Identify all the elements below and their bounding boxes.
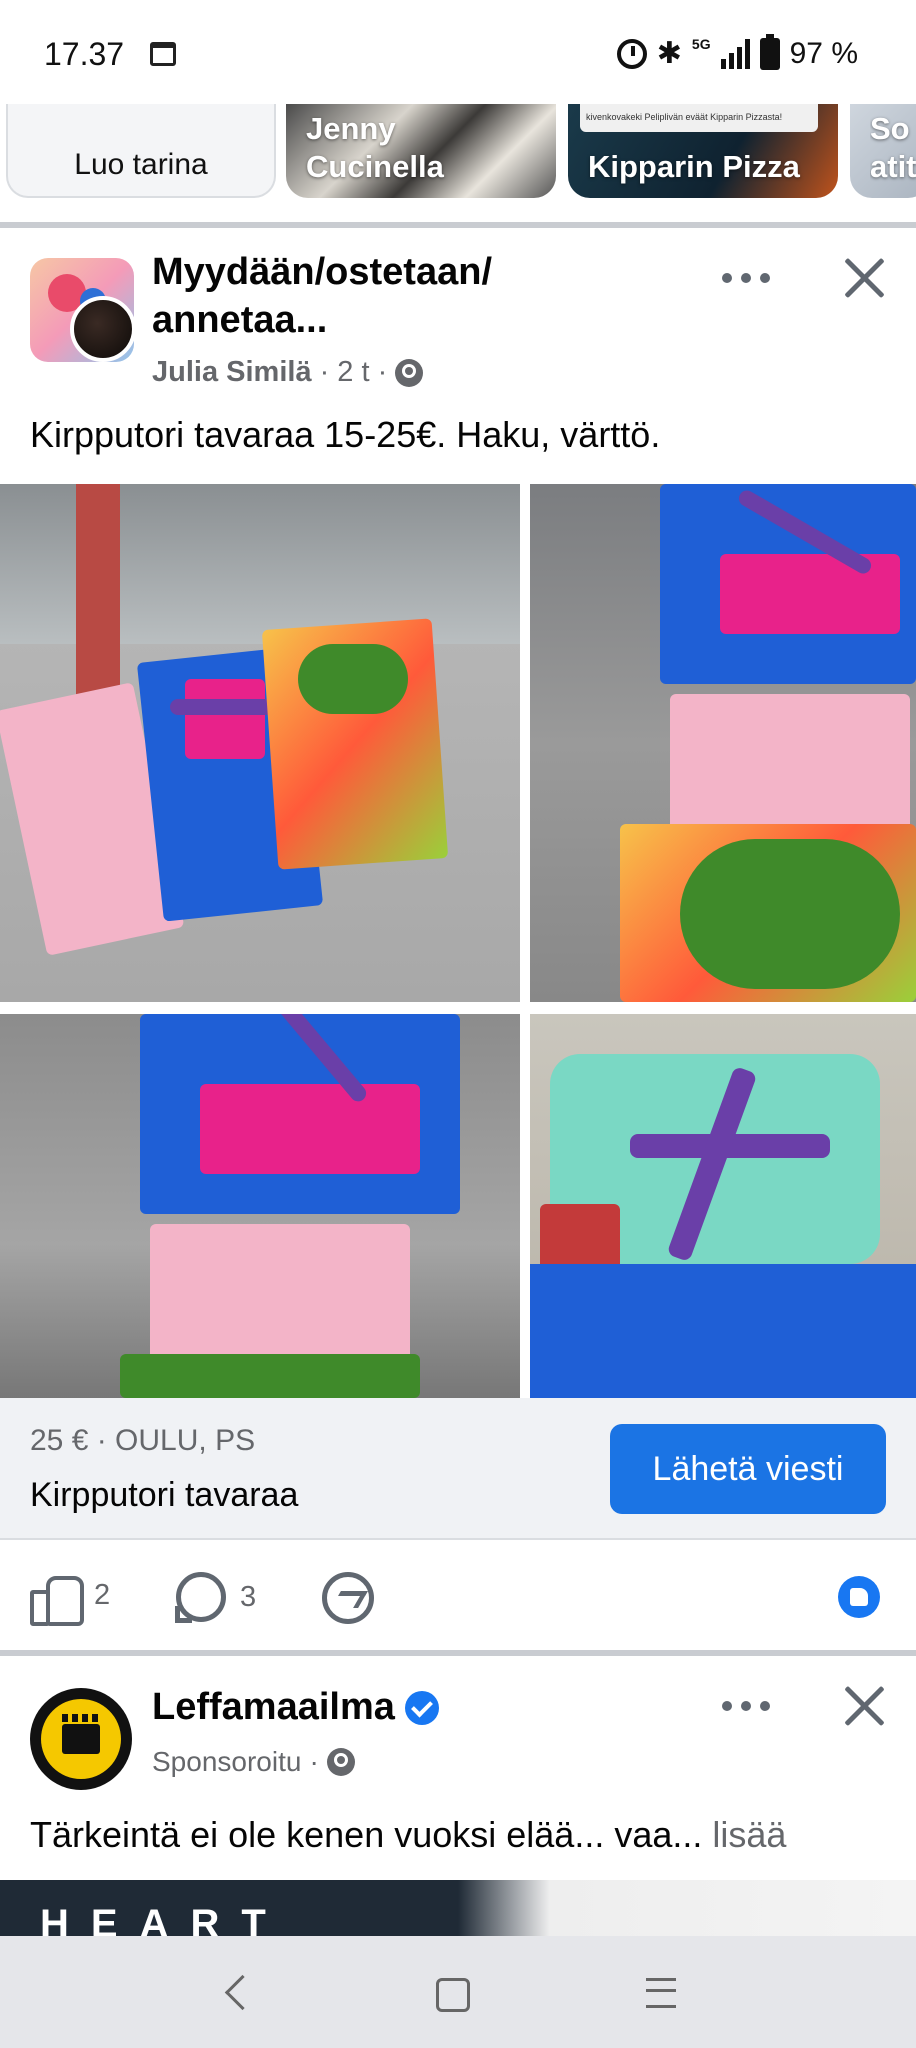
signal-icon [720, 38, 750, 69]
more-options-icon[interactable] [716, 1686, 776, 1726]
story-jenny-cucinella[interactable]: Jenny Cucinella [286, 104, 556, 198]
story-label: Luo tarina [74, 148, 208, 181]
like-count: 2 [94, 1578, 111, 1611]
messenger-icon [322, 1572, 374, 1624]
like-button[interactable]: 2 [30, 1572, 111, 1626]
system-nav-bar [0, 1936, 916, 2048]
post-photo-2[interactable] [530, 484, 916, 1002]
author-avatar[interactable] [70, 296, 136, 362]
network-type: 5G [691, 35, 711, 52]
back-icon[interactable] [210, 1964, 270, 2020]
status-bar: 17.37 ✱ 5G 97 % [0, 0, 916, 104]
feed-divider [0, 222, 916, 228]
post-time: · 2 t · [319, 356, 388, 388]
send-message-button[interactable]: Lähetä viesti [610, 1424, 886, 1514]
page-name-row: Leffamaailma [152, 1686, 439, 1729]
wreath [680, 839, 900, 989]
recent-apps-icon[interactable] [630, 1964, 690, 2020]
send-messenger-button[interactable] [322, 1572, 374, 1624]
post-text: Kirpputori tavaraa 15-25€. Haku, värttö. [30, 414, 661, 455]
page-avatar[interactable] [30, 1688, 132, 1790]
post-photo-3[interactable] [0, 1014, 520, 1398]
story-label: So atit [870, 111, 916, 184]
media-text: HEART [40, 1902, 288, 1936]
story-partial[interactable]: So atit [850, 104, 916, 198]
home-icon[interactable] [420, 1964, 480, 2020]
post-photo-4[interactable] [530, 1014, 916, 1398]
sponsored-label: Sponsoroitu [152, 1746, 302, 1777]
clapperboard-logo [41, 1699, 121, 1779]
bag-content [200, 1084, 420, 1174]
status-time: 17.37 [44, 36, 125, 72]
reaction-like-icon[interactable] [838, 1576, 880, 1618]
story-card-text: kivenkovakeki Peliplivän eväät Kipparin … [580, 104, 818, 132]
sponsored-media[interactable]: HEART [0, 1880, 916, 1936]
more-options-icon[interactable] [716, 258, 776, 298]
post-photo-1[interactable] [0, 484, 520, 1002]
meta-dot: · [309, 1746, 319, 1777]
author-name[interactable]: Julia Similä [152, 356, 312, 389]
post-meta: Julia Similä · 2 t · [152, 356, 424, 389]
status-icons: ✱ 5G 97 % [616, 33, 858, 71]
page-name[interactable]: Leffamaailma [152, 1686, 395, 1729]
wreath [298, 644, 408, 714]
wreath [120, 1354, 420, 1398]
close-icon[interactable] [840, 1680, 888, 1728]
listing-title[interactable]: Kirpputori tavaraa [30, 1476, 298, 1515]
group-privacy-icon [395, 358, 424, 387]
battery-icon [759, 33, 780, 70]
comment-count: 3 [240, 1580, 257, 1613]
feed-divider [0, 1650, 916, 1656]
sponsored-text: Tärkeintä ei ole kenen vuoksi elää... va… [30, 1814, 786, 1856]
story-label: Kipparin Pizza [588, 149, 800, 184]
bag-pink [150, 1224, 410, 1364]
stories-row: Luo tarina Jenny Cucinella kivenkovakeki… [0, 104, 916, 200]
close-icon[interactable] [840, 252, 888, 300]
bag-pink [670, 694, 910, 844]
calendar-icon [150, 42, 176, 66]
sponsored-meta: Sponsoroitu · [152, 1746, 355, 1778]
battery-level: 97 % [789, 36, 858, 70]
story-kipparin-pizza[interactable]: kivenkovakeki Peliplivän eväät Kipparin … [568, 104, 838, 198]
clapperboard-icon [62, 1714, 100, 1754]
see-more-link[interactable]: lisää [712, 1814, 786, 1855]
post-actions: 2 3 [0, 1540, 916, 1650]
story-create[interactable]: Luo tarina [6, 104, 276, 198]
globe-icon [326, 1748, 355, 1776]
group-name[interactable]: Myydään/ostetaan/ annetaa... [152, 248, 532, 344]
sponsored-body: Tärkeintä ei ole kenen vuoksi elää... va… [30, 1814, 703, 1855]
comment-icon [175, 1572, 226, 1623]
listing-price-location: 25 € · OULU, PS [30, 1424, 256, 1457]
bag-content [185, 679, 265, 759]
listing-panel: 25 € · OULU, PS Kirpputori tavaraa Lähet… [0, 1398, 916, 1538]
verified-badge-icon [404, 1690, 439, 1725]
bag-content [720, 554, 900, 634]
alarm-icon [616, 38, 647, 69]
comment-button[interactable]: 3 [175, 1572, 257, 1623]
like-icon [30, 1572, 84, 1626]
bluetooth-icon: ✱ [656, 37, 682, 70]
bag-blue [530, 1264, 916, 1398]
story-label: Jenny Cucinella [306, 111, 444, 184]
